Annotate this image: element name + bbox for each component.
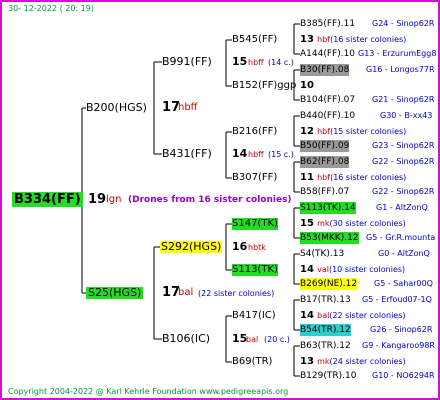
g3-note: (16 sister colonies) bbox=[330, 35, 407, 44]
g3-breed: hbf bbox=[317, 35, 331, 44]
copyright-footer: Copyright 2004-2022 @ Karl Kehrle Founda… bbox=[8, 387, 289, 396]
g3-number: 10 bbox=[300, 80, 314, 91]
g3-queen-label: B417(IC) bbox=[232, 310, 276, 321]
g4-origin: G16 - Longos77R bbox=[366, 65, 435, 74]
g4-queen-label: B30(FF).08 bbox=[300, 64, 350, 76]
g4-queen-label: B54(TR).12 bbox=[300, 324, 351, 336]
g3-number: 13 bbox=[300, 356, 314, 367]
g3-queen-label: B69(TR) bbox=[232, 356, 273, 367]
g1-queen-label: B200(HGS) bbox=[86, 101, 147, 114]
g1-breed: hbff bbox=[178, 102, 198, 113]
g4-origin: G22 - Sinop62R bbox=[372, 187, 435, 196]
g4-queen-label: A144(FF).10 bbox=[300, 49, 356, 59]
g4-queen-label: B53(MKK).12 bbox=[300, 232, 359, 244]
g2-breed: bal bbox=[246, 335, 259, 344]
g2-note: (15 c.) bbox=[268, 150, 294, 159]
g3-note: (10 sister colonies) bbox=[328, 265, 406, 274]
g3-number: 14 bbox=[300, 264, 314, 275]
g3-note: (15 sister colonies) bbox=[330, 127, 407, 136]
g2-queen-label: B431(FF) bbox=[162, 147, 212, 160]
g4-queen-label: B17(TR).13 bbox=[300, 295, 351, 305]
g2-note: (20 c.) bbox=[264, 335, 290, 344]
g1-queen-label: S25(HGS) bbox=[86, 286, 144, 299]
g4-queen-label: B129(TR).10 bbox=[300, 371, 357, 381]
g4-origin: G21 - Sinop62R bbox=[372, 95, 435, 104]
g4-origin: G13 - ErzurumEgg8 bbox=[358, 49, 437, 58]
g4-origin: G0 - AltZonQ bbox=[378, 249, 430, 258]
g3-breed: bal bbox=[317, 311, 330, 320]
g4-queen-label: B269(NE).12 bbox=[300, 278, 358, 290]
g2-breed: hbff bbox=[248, 58, 264, 67]
g3-note: (24 sister colonies) bbox=[329, 357, 406, 366]
root-queen-label: B334(FF) bbox=[12, 192, 83, 207]
g2-number: 15 bbox=[232, 55, 248, 68]
g3-queen-label: B216(FF) bbox=[232, 126, 278, 137]
g3-note: (22 sister colonies) bbox=[329, 311, 406, 320]
g3-queen-label: S113(TK) bbox=[232, 264, 278, 276]
g4-origin: G5 - Erfoud07-1Q bbox=[362, 295, 432, 304]
g4-origin: G1 - AltZonQ bbox=[376, 203, 428, 212]
g3-number: 13 bbox=[300, 34, 314, 45]
g4-queen-label: B58(FF).07 bbox=[300, 187, 350, 197]
g3-breed: val bbox=[317, 265, 329, 274]
g4-origin: G26 - Sinop62R bbox=[370, 325, 433, 334]
g2-number: 14 bbox=[232, 147, 248, 160]
g4-queen-label: S4(TK).13 bbox=[300, 249, 345, 259]
g3-breed: hbf bbox=[317, 173, 331, 182]
g3-breed: mk bbox=[317, 357, 330, 366]
g4-origin: G10 - NO6294R bbox=[372, 371, 435, 380]
g2-note: (14 c.) bbox=[268, 58, 294, 67]
g4-origin: G24 - Sinop62R bbox=[372, 19, 435, 28]
g2-breed: hbff bbox=[248, 150, 264, 159]
g3-breed: hbf bbox=[317, 127, 331, 136]
g2-breed: hbtk bbox=[248, 243, 266, 252]
g2-queen-label: B106(IC) bbox=[162, 332, 211, 345]
g3-breed: mk bbox=[317, 219, 330, 228]
g4-queen-label: S113(TK).14 bbox=[300, 202, 356, 214]
root-breed: lgn bbox=[106, 194, 122, 205]
g4-origin: G30 - B-xx43 bbox=[380, 111, 433, 120]
g3-number: 15 bbox=[300, 218, 314, 229]
g3-note: (16 sister colonies) bbox=[330, 173, 407, 182]
pedigree-frame: 30- 12-2022 ( 20: 19) Copyright 2004-202… bbox=[0, 0, 440, 400]
date-stamp: 30- 12-2022 ( 20: 19) bbox=[8, 4, 94, 13]
g3-queen-label: B152(FF)ggp bbox=[232, 80, 297, 91]
g4-origin: G9 - Kangaroo98R bbox=[362, 341, 435, 350]
g3-number: 14 bbox=[300, 310, 314, 321]
g1-note: (22 sister colonies) bbox=[198, 289, 275, 298]
g3-queen-label: B545(FF) bbox=[232, 34, 278, 45]
g1-breed: bal bbox=[178, 287, 194, 298]
g4-origin: G22 - Sinop62R bbox=[372, 157, 435, 166]
g2-queen-label: S292(HGS) bbox=[160, 240, 223, 253]
g4-origin: G23 - Sinop62R bbox=[372, 141, 435, 150]
g2-queen-label: B991(FF) bbox=[162, 55, 212, 68]
root-number: 19 bbox=[88, 192, 107, 207]
g3-note: (30 sister colonies) bbox=[329, 219, 406, 228]
g4-queen-label: B62(FF).08 bbox=[300, 156, 350, 168]
g3-number: 12 bbox=[300, 126, 314, 137]
g2-number: 16 bbox=[232, 240, 248, 253]
g4-origin: G5 - Sahar00Q bbox=[374, 279, 433, 288]
g4-queen-label: B385(FF).11 bbox=[300, 19, 356, 29]
g3-queen-label: S147(TK) bbox=[232, 218, 278, 230]
g4-queen-label: B50(FF).09 bbox=[300, 140, 350, 152]
g4-queen-label: B104(FF).07 bbox=[300, 95, 356, 105]
g4-queen-label: B63(TR).12 bbox=[300, 341, 351, 351]
g3-number: 11 bbox=[300, 172, 314, 183]
g3-queen-label: B307(FF) bbox=[232, 172, 278, 183]
root-drone-note: (Drones from 16 sister colonies) bbox=[128, 195, 292, 205]
g4-queen-label: B440(FF).10 bbox=[300, 111, 356, 121]
g4-origin: G5 - Gr.R.mounta bbox=[366, 233, 436, 242]
